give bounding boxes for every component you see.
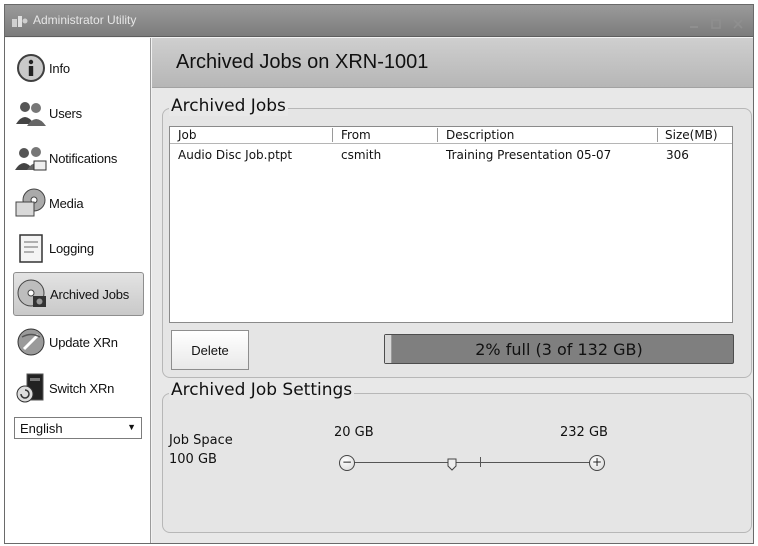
archive-capacity-bar: 2% full (3 of 132 GB)	[384, 334, 734, 364]
minimize-icon[interactable]	[687, 15, 701, 28]
app-icon	[12, 14, 28, 28]
main-panel: Archived Jobs on XRN-1001 Archived Jobs …	[152, 38, 753, 543]
media-icon	[14, 186, 48, 220]
sidebar-item-label: Users	[49, 105, 82, 121]
column-divider[interactable]	[437, 128, 438, 142]
page-title: Archived Jobs on XRN-1001	[176, 51, 429, 73]
cell-size: 306	[666, 148, 689, 162]
language-select[interactable]: English ▼	[14, 417, 142, 439]
column-header-description[interactable]: Description	[446, 128, 514, 142]
slider-min-label: 20 GB	[334, 425, 374, 440]
delete-button[interactable]: Delete	[171, 330, 249, 370]
sidebar-item-label: Switch XRn	[49, 380, 115, 396]
sidebar-item-label: Info	[49, 60, 70, 76]
archived-jobs-icon	[15, 277, 49, 311]
sidebar-item-media[interactable]: Media	[13, 181, 144, 225]
sidebar-item-notifications[interactable]: Notifications	[13, 136, 144, 180]
sidebar-item-switch-xrn[interactable]: Switch XRn	[13, 366, 144, 410]
slider-max-label: 232 GB	[560, 425, 608, 440]
users-icon	[14, 96, 48, 130]
cell-from: csmith	[341, 148, 382, 162]
sidebar-item-label: Archived Jobs	[50, 286, 130, 302]
switch-icon	[14, 371, 48, 405]
sidebar-item-logging[interactable]: Logging	[13, 226, 144, 270]
increase-icon[interactable]: +	[589, 455, 605, 471]
archived-jobs-legend: Archived Jobs	[169, 96, 288, 116]
info-icon	[14, 51, 48, 85]
cell-description: Training Presentation 05-07	[446, 148, 612, 162]
sidebar-item-archived-jobs[interactable]: Archived Jobs	[13, 272, 144, 316]
sidebar-item-label: Notifications	[49, 150, 118, 166]
column-header-from[interactable]: From	[341, 128, 371, 142]
table-header: Job From Description Size(MB)	[170, 127, 732, 144]
archived-jobs-table[interactable]: Job From Description Size(MB) Audio Disc…	[169, 126, 733, 323]
title-bar: Administrator Utility	[5, 5, 753, 37]
capacity-text: 2% full (3 of 132 GB)	[475, 340, 643, 359]
column-divider[interactable]	[332, 128, 333, 142]
sidebar-item-users[interactable]: Users	[13, 91, 144, 135]
archived-job-settings-legend: Archived Job Settings	[169, 380, 355, 400]
sidebar-item-label: Media	[49, 195, 84, 211]
sidebar-item-label: Logging	[49, 240, 94, 256]
table-row[interactable]: Audio Disc Job.ptpt csmith Training Pres…	[170, 146, 732, 164]
sidebar-item-label: Update XRn	[49, 334, 118, 350]
sidebar-item-info[interactable]: Info	[13, 46, 144, 90]
sidebar-item-update-xrn[interactable]: Update XRn	[13, 320, 144, 364]
archived-job-settings-group	[162, 393, 752, 533]
app-window: Administrator Utility Info Users Notific…	[4, 4, 754, 544]
update-icon	[14, 325, 48, 359]
job-space-label: Job Space	[169, 433, 233, 448]
sidebar: Info Users Notifications Media Logging A…	[5, 38, 151, 543]
slider-tick-mark	[480, 457, 481, 467]
column-header-size[interactable]: Size(MB)	[665, 128, 718, 142]
chevron-down-icon: ▼	[127, 422, 136, 432]
main-header: Archived Jobs on XRN-1001	[152, 38, 753, 88]
job-space-slider-track[interactable]	[347, 462, 597, 463]
decrease-icon[interactable]: −	[339, 455, 355, 471]
window-title: Administrator Utility	[33, 13, 137, 27]
column-header-job[interactable]: Job	[178, 128, 197, 142]
notifications-icon	[14, 141, 48, 175]
logging-icon	[14, 231, 48, 265]
language-value: English	[20, 421, 63, 436]
cell-job: Audio Disc Job.ptpt	[178, 148, 293, 162]
maximize-icon[interactable]	[709, 15, 723, 29]
close-icon[interactable]	[731, 15, 745, 29]
job-space-value: 100 GB	[169, 452, 217, 467]
job-space-slider-thumb[interactable]	[447, 456, 457, 471]
column-divider[interactable]	[657, 128, 658, 142]
